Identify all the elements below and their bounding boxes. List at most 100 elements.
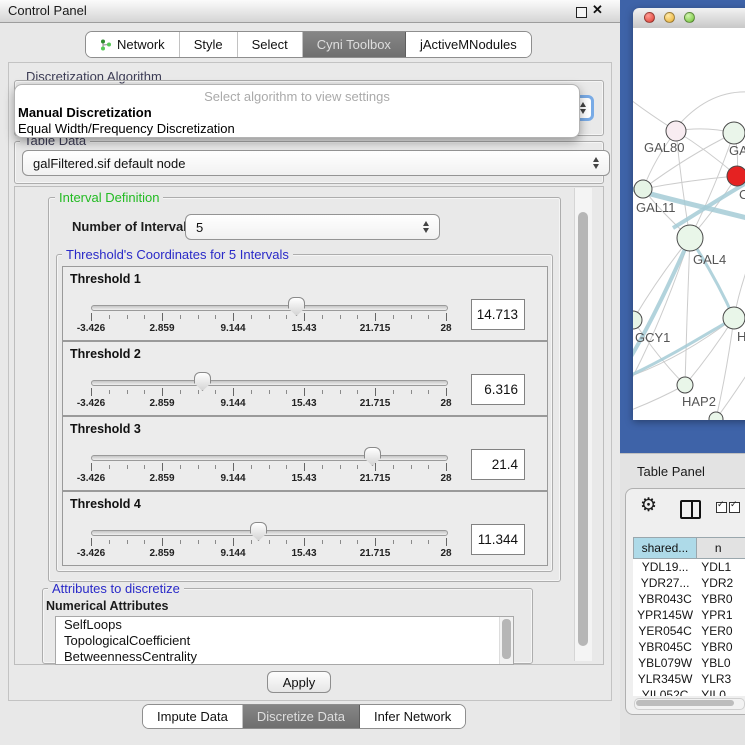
tab-discretize-data[interactable]: Discretize Data [243,705,360,728]
tick-label: 9.144 [220,398,245,409]
list-item-betweennesscentrality[interactable]: BetweennessCentrality [56,649,513,665]
tick-label: 2.859 [149,548,174,559]
node-label: GAL4 [693,252,726,267]
network-window-titlebar[interactable] [633,8,745,29]
network-node-c[interactable] [727,166,745,186]
tick-label: 2.859 [149,473,174,484]
network-node-hap2[interactable] [677,377,693,393]
list-item-topologicalcoefficient[interactable]: TopologicalCoefficient [56,633,513,649]
network-graph: GAL80GACGAL11GAL4GCY1HHAP2 [633,28,745,420]
table-data-combobox[interactable]: galFiltered.sif default node [22,150,610,176]
settings-vertical-scrollbar[interactable] [574,188,592,661]
threshold-value-field[interactable]: 14.713 [471,299,525,330]
network-node-ga[interactable] [723,122,745,144]
table-row[interactable]: YDR27...YDR2 [633,575,745,591]
threshold-value-field[interactable]: 21.4 [471,449,525,480]
node-table[interactable]: shared...n YDL19...YDL1YDR27...YDR2YBR04… [633,537,745,696]
table-panel-title: Table Panel [637,464,705,479]
column-header-2[interactable]: n [697,537,745,559]
network-node-gal11[interactable] [634,180,652,198]
network-node[interactable] [709,412,723,420]
numerical-attributes-label: Numerical Attributes [46,599,168,613]
columns-icon[interactable] [680,500,701,519]
tab-network[interactable]: Network [86,32,180,57]
node-label: C [739,187,745,202]
network-node-h[interactable] [723,307,745,329]
threshold-value-field[interactable]: 11.344 [471,524,525,555]
threshold-label: Threshold 4 [70,497,141,511]
network-node-gal4[interactable] [677,225,703,251]
tab-infer-network[interactable]: Infer Network [360,705,465,728]
slider-ticks [91,313,446,322]
zoom-traffic-light-icon[interactable] [684,12,695,23]
slider-ticks [91,463,446,472]
network-view-window[interactable]: GAL80GACGAL11GAL4GCY1HHAP2 [633,8,745,420]
tick-label: 15.43 [291,323,316,334]
table-horizontal-scrollbar[interactable] [634,698,745,710]
tab-jactivemnodules[interactable]: jActiveMNodules [406,32,531,57]
screen: Control Panel ✕ NetworkStyleSelectCyni T… [0,0,745,745]
combo-arrows-icon [593,157,600,169]
node-label: GAL11 [636,200,676,215]
slider-track[interactable] [91,455,448,461]
close-traffic-light-icon[interactable] [644,12,655,23]
minimize-traffic-light-icon[interactable] [664,12,675,23]
tick-label: 28 [440,548,451,559]
tab-cyni-toolbox[interactable]: Cyni Toolbox [303,32,406,57]
numerical-attributes-list[interactable]: SelfLoopsTopologicalCoefficientBetweenne… [55,616,514,665]
node-label: GAL80 [644,140,684,155]
tick-label: -3.426 [77,548,105,559]
slider-ticks [91,388,446,397]
node-label: HAP2 [682,394,716,409]
scrollbar-thumb[interactable] [502,619,511,659]
list-item-selfloops[interactable]: SelfLoops [56,617,513,633]
column-header-1[interactable]: shared... [633,537,697,559]
table-row[interactable]: YER054CYER0 [633,623,745,639]
combo-arrows-icon [580,102,587,114]
network-icon [100,39,112,51]
table-row[interactable]: YLR345WYLR3 [633,671,745,687]
table-row[interactable]: YBR043CYBR0 [633,591,745,607]
gear-icon[interactable]: ⚙ [640,496,657,516]
threshold-value-field[interactable]: 6.316 [471,374,525,405]
table-row[interactable]: YBL079WYBL0 [633,655,745,671]
select-columns-icon[interactable] [716,501,742,516]
network-node-gal80[interactable] [666,121,686,141]
table-row[interactable]: YDL19...YDL1 [633,559,745,575]
scrollbar-thumb[interactable] [578,212,588,646]
tab-style[interactable]: Style [180,32,238,57]
tick-label: 9.144 [220,323,245,334]
scrollbar-thumb[interactable] [636,700,734,706]
threshold-label: Threshold 2 [70,347,141,361]
number-of-intervals-combobox[interactable]: 5 [185,214,440,240]
algorithm-option-equal-width-frequency-discretization[interactable]: Equal Width/Frequency Discretization [18,121,235,136]
algorithm-placeholder: Select algorithm to view settings [15,89,579,104]
tick-label: 15.43 [291,548,316,559]
list-scrollbar[interactable] [499,617,513,664]
table-row[interactable]: YIL052CYIL0 [633,687,745,696]
control-panel-tabs: NetworkStyleSelectCyni ToolboxjActiveMNo… [85,31,532,58]
slider-track[interactable] [91,305,448,311]
threshold-panel-3: Threshold 3-3.4262.8599.14415.4321.71528… [62,416,548,491]
apply-button[interactable]: Apply [267,671,331,693]
tick-label: 9.144 [220,548,245,559]
tab-select[interactable]: Select [238,32,303,57]
float-window-icon[interactable] [576,7,587,18]
network-canvas[interactable]: GAL80GACGAL11GAL4GCY1HHAP2 [633,28,745,420]
network-node-gcy1[interactable] [633,311,642,329]
thresholds-group-label: Threshold's Coordinates for 5 Intervals [62,248,293,261]
slider-track[interactable] [91,380,448,386]
tab-impute-data[interactable]: Impute Data [143,705,243,728]
number-of-intervals-value: 5 [196,220,203,235]
control-panel-title: Control Panel [8,3,87,18]
table-row[interactable]: YBR045CYBR0 [633,639,745,655]
node-label: GA [729,143,745,158]
tick-label: 28 [440,323,451,334]
table-header-row: shared...n [633,537,745,559]
table-row[interactable]: YPR145WYPR1 [633,607,745,623]
algorithm-option-manual-discretization[interactable]: Manual Discretization [18,105,152,120]
close-window-icon[interactable]: ✕ [592,2,603,18]
tick-label: 15.43 [291,473,316,484]
slider-track[interactable] [91,530,448,536]
table-panel-box: ⚙ shared...n YDL19...YDL1YDR27...YDR2YBR… [625,488,745,715]
